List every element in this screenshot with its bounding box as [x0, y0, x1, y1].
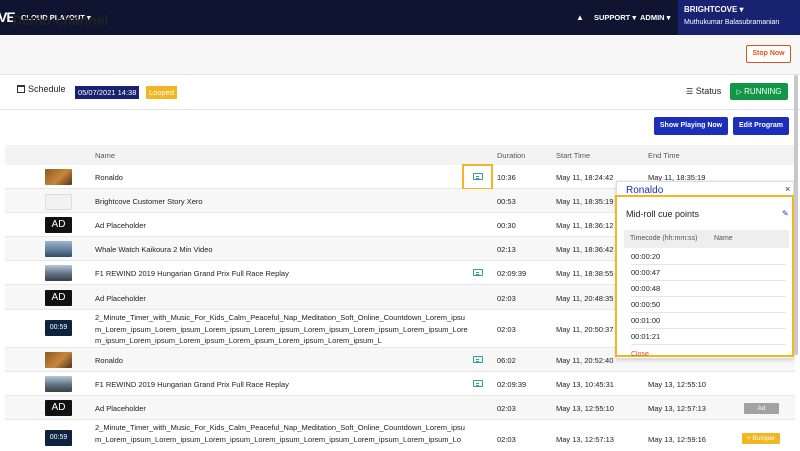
row-name: F1 REWIND 2019 Hungarian Grand Prix Full…	[95, 380, 289, 389]
row-name: 2_Minute_Timer_with_Music_For_Kids_Calm_…	[95, 423, 465, 444]
video-thumbnail	[45, 376, 72, 392]
row-duration: 06:02	[497, 356, 516, 365]
row-name: Ad Placeholder	[95, 221, 146, 230]
video-thumbnail	[45, 194, 72, 210]
cue-row: 00:00:48	[631, 281, 786, 297]
row-duration: 02:13	[497, 245, 516, 254]
account-user: Muthukumar Balasubramanian	[684, 19, 780, 26]
row-end: May 13, 12:55:10	[648, 380, 706, 389]
notification-icon[interactable]: ▲	[576, 13, 584, 22]
row-end: May 13, 12:57:13	[648, 404, 706, 413]
row-duration: 02:03	[497, 404, 516, 413]
cue-point-icon[interactable]	[473, 356, 483, 363]
cue-highlight	[462, 164, 493, 190]
row-start: May 11, 20:52:40	[556, 356, 614, 365]
cue-points-heading: Mid-roll cue points	[626, 209, 700, 219]
video-thumbnail	[45, 169, 72, 185]
row-start: May 11, 18:24:42	[556, 173, 614, 182]
schedule-date-badge: 05/07/2021 14:38	[75, 86, 140, 99]
row-start: May 11, 18:36:42	[556, 245, 614, 254]
status-label: ☰ Status	[686, 86, 721, 96]
row-duration: 02:03	[497, 435, 516, 444]
row-start: May 11, 18:38:55	[556, 269, 614, 278]
running-status-button[interactable]: ▷ RUNNING	[730, 83, 788, 100]
page-title: Demo-channel	[12, 12, 109, 28]
row-name: Ronaldo	[95, 173, 123, 182]
col-timecode: Timecode (hh:mm:ss)	[630, 235, 698, 242]
row-start: May 11, 18:36:12	[556, 221, 614, 230]
support-menu[interactable]: SUPPORT ▾	[594, 13, 636, 22]
col-start-time: Start Time	[556, 151, 591, 160]
row-duration: 00:53	[497, 197, 516, 206]
video-thumbnail	[45, 241, 72, 257]
admin-menu[interactable]: ADMIN ▾	[640, 13, 670, 22]
close-icon[interactable]: ×	[785, 184, 790, 194]
page-scrollbar[interactable]	[794, 75, 798, 355]
row-end: May 13, 12:59:16	[648, 435, 706, 444]
row-start: May 11, 20:50:37	[556, 325, 614, 334]
account-menu[interactable]: BRIGHTCOVE ▾ Muthukumar Balasubramanian	[678, 0, 800, 35]
row-start: May 11, 18:35:19	[556, 197, 614, 206]
ad-thumbnail: AD	[45, 400, 72, 416]
row-name: Ad Placeholder	[95, 294, 146, 303]
running-text: RUNNING	[744, 87, 782, 96]
row-duration: 02:03	[497, 294, 516, 303]
row-duration: 02:03	[497, 325, 516, 334]
cue-row: 00:01:21	[631, 329, 786, 345]
close-link[interactable]: Close	[631, 351, 649, 358]
cue-row: 00:01:00	[631, 313, 786, 329]
col-end-time: End Time	[648, 151, 680, 160]
row-duration: 02:09:39	[497, 380, 527, 389]
timer-thumbnail: 00:59	[45, 430, 72, 446]
schedule-text: Schedule	[28, 84, 66, 94]
row-name: Ad Placeholder	[95, 404, 146, 413]
schedule-label: Schedule	[17, 84, 66, 94]
looped-badge: Looped	[146, 86, 178, 99]
row-start: May 11, 20:48:35	[556, 294, 614, 303]
row-name: Whale Watch Kaikoura 2 Min Video	[95, 245, 213, 254]
layers-icon: ☰	[686, 87, 694, 96]
row-duration: 10:36	[497, 173, 516, 182]
row-name: Brightcove Customer Story Xero	[95, 197, 203, 206]
row-start: May 13, 12:57:13	[556, 435, 614, 444]
account-brand: BRIGHTCOVE ▾	[684, 5, 744, 14]
status-text: Status	[695, 86, 722, 96]
edit-program-button[interactable]: Edit Program	[733, 117, 789, 135]
row-name: 2_Minute_Timer_with_Music_For_Kids_Calm_…	[95, 313, 468, 345]
ad-tag-badge: Ad	[744, 403, 779, 414]
stop-now-button[interactable]: Stop Now	[746, 45, 791, 63]
row-start: May 13, 10:45:31	[556, 380, 614, 389]
row-name: F1 REWIND 2019 Hungarian Grand Prix Full…	[95, 269, 289, 278]
row-name: Ronaldo	[95, 356, 123, 365]
play-icon: ▷	[736, 89, 742, 96]
video-thumbnail	[45, 352, 72, 368]
cue-row: 00:00:50	[631, 297, 786, 313]
video-thumbnail	[45, 265, 72, 281]
row-duration: 02:09:39	[497, 269, 527, 278]
show-playing-now-button[interactable]: Show Playing Now	[654, 117, 728, 135]
row-start: May 13, 12:55:10	[556, 404, 614, 413]
calendar-icon	[17, 85, 25, 93]
col-duration: Duration	[497, 151, 526, 160]
channel-header	[0, 35, 800, 75]
ad-thumbnail: AD	[45, 290, 72, 306]
ad-thumbnail: AD	[45, 217, 72, 233]
cue-row: 00:00:47	[631, 265, 786, 281]
cue-point-icon[interactable]	[473, 380, 483, 387]
row-duration: 00:30	[497, 221, 516, 230]
cue-row: 00:00:20	[631, 249, 786, 265]
top-bar: VE CLOUD PLAYOUT ▾ ▲ SUPPORT ▾ ADMIN ▾ B…	[0, 0, 800, 35]
edit-icon[interactable]: ✎	[782, 209, 789, 218]
col-name: Name	[95, 151, 116, 160]
cue-point-icon[interactable]	[473, 269, 483, 276]
timer-thumbnail: 00:59	[45, 320, 72, 336]
bumper-tag-badge: + Bumper	[742, 433, 780, 444]
col-cue-name: Name	[714, 235, 733, 242]
